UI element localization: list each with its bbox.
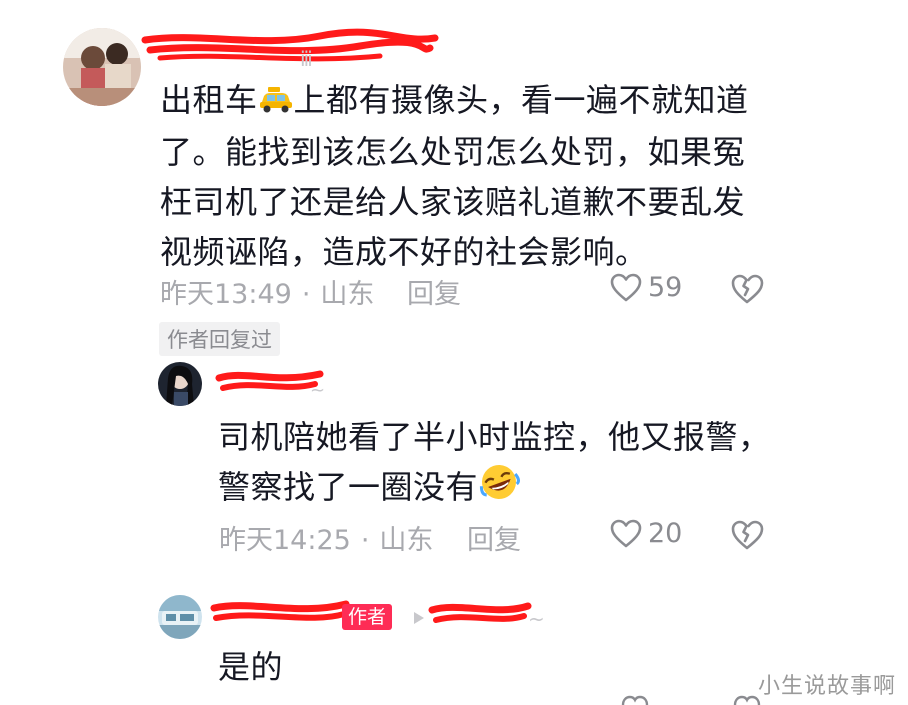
rolling-laugh-emoji <box>478 462 520 516</box>
avatar[interactable] <box>63 28 141 106</box>
redacted-username: ⅲ <box>141 28 439 68</box>
author-replied-badge: 作者回复过 <box>159 322 280 356</box>
like-button[interactable]: 59 <box>610 272 682 303</box>
broken-heart-icon <box>731 274 764 304</box>
heart-icon[interactable] <box>620 695 650 705</box>
reply-text-line2: 警察找了一圈没有 <box>218 468 479 506</box>
comment-text-start: 出租车 <box>160 81 258 119</box>
like-button[interactable]: 20 <box>610 518 682 549</box>
reply-location: 山东 <box>379 525 434 556</box>
broken-heart-icon <box>731 520 764 550</box>
taxi-emoji <box>258 77 294 127</box>
svg-text:ⅲ: ⅲ <box>300 47 313 68</box>
comment-location: 山东 <box>320 279 375 310</box>
avatar[interactable] <box>158 362 202 406</box>
redacted-username: ~ <box>215 370 325 401</box>
reply-text: 司机陪她看了半小时监控，他又报警， 警察找了一圈没有 <box>218 412 778 516</box>
dislike-button[interactable] <box>730 273 764 309</box>
svg-text:~: ~ <box>528 607 545 631</box>
watermark: 小生说故事啊 <box>758 674 897 699</box>
dislike-button[interactable] <box>730 519 764 555</box>
reply-button[interactable]: 回复 <box>467 518 521 557</box>
redacted-username <box>210 600 350 621</box>
svg-text:~: ~ <box>310 380 325 401</box>
meta-dot: · <box>301 279 311 310</box>
author-reply-text: 是的 <box>218 648 284 686</box>
comment-text-line4: 视频诬陷，造成不好的社会影响。 <box>160 233 648 271</box>
reply-text-line1: 司机陪她看了半小时监控，他又报警， <box>218 418 771 456</box>
author-tag: 作者 <box>342 604 393 630</box>
reply-arrow-icon <box>414 612 424 624</box>
avatar[interactable] <box>158 595 202 639</box>
comment-time: 昨天13:49 <box>160 279 292 310</box>
comment-text-line1: 上都有摄像头，看一遍不就知道 <box>293 81 749 119</box>
comment-text: 出租车 上都有摄像头，看一遍不就知道 了。能找到该怎么处罚怎么处罚，如果冤 枉司机… <box>160 75 780 277</box>
avatar-photo <box>158 362 202 406</box>
redacted-username: ~ <box>428 602 545 631</box>
comment-text-line3: 枉司机了还是给人家该赔礼道歉不要乱发 <box>160 183 746 221</box>
reply-button[interactable]: 回复 <box>407 272 461 311</box>
reply-time: 昨天14:25 <box>219 525 351 556</box>
avatar-photo <box>158 595 202 639</box>
avatar-photo <box>63 28 141 106</box>
heart-icon <box>610 273 642 301</box>
like-count: 59 <box>648 272 683 303</box>
heart-icon <box>610 519 642 547</box>
like-count: 20 <box>648 518 683 549</box>
comment-text-line2: 了。能找到该怎么处罚怎么处罚，如果冤 <box>160 133 746 171</box>
reply-meta: 昨天14:25 · 山东 <box>219 518 433 557</box>
meta-dot: · <box>360 525 370 556</box>
comment-meta: 昨天13:49 · 山东 <box>160 272 374 311</box>
